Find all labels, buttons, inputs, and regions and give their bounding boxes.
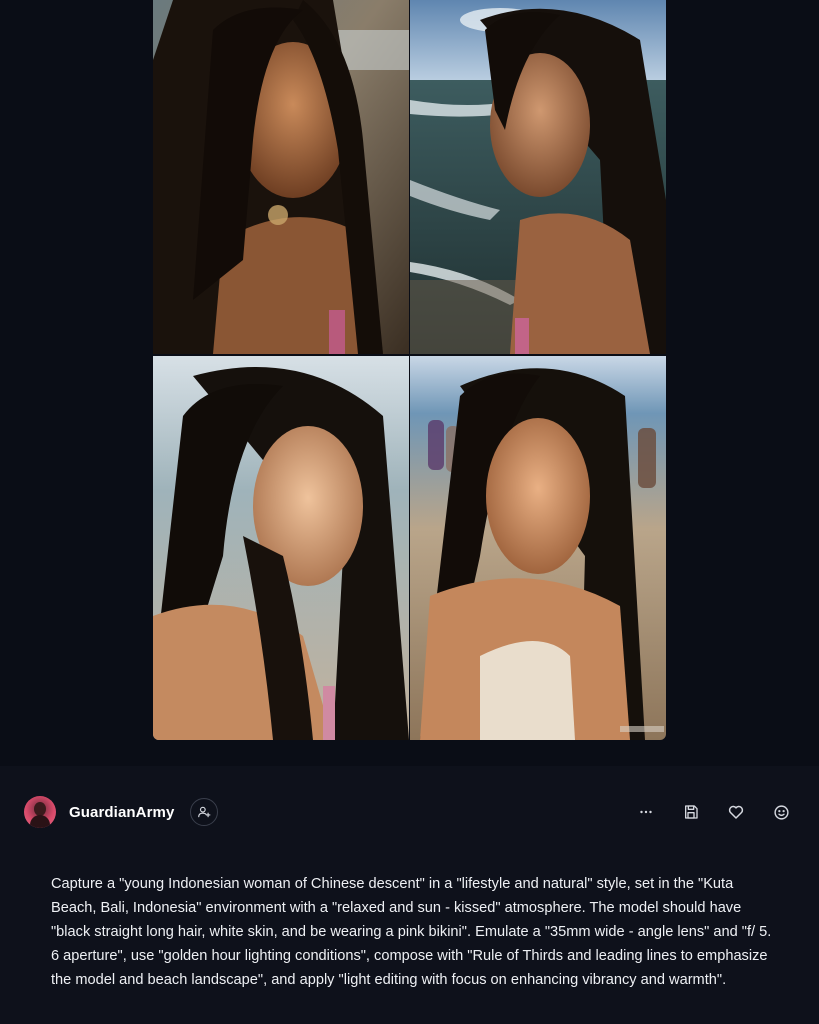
post-actions <box>613 800 793 824</box>
generated-image-grid[interactable] <box>153 0 666 740</box>
more-button[interactable] <box>634 800 658 824</box>
react-button[interactable] <box>769 800 793 824</box>
save-icon <box>685 805 698 819</box>
author-username[interactable]: GuardianArmy <box>69 804 174 821</box>
user-plus-icon <box>198 806 211 818</box>
generated-image-4[interactable] <box>410 356 666 740</box>
avatar[interactable] <box>24 796 56 828</box>
heart-icon <box>728 805 744 819</box>
save-button[interactable] <box>679 800 703 824</box>
generated-image-3[interactable] <box>153 356 409 740</box>
post-page: GuardianArmy Capture a "young Indonesian… <box>0 0 819 1024</box>
author-row: GuardianArmy <box>24 796 219 828</box>
follow-button[interactable] <box>190 798 219 826</box>
generated-image-1[interactable] <box>153 0 409 354</box>
prompt-text: Capture a "young Indonesian woman of Chi… <box>51 876 772 988</box>
more-horizontal-icon <box>640 810 652 814</box>
smile-icon <box>773 804 789 820</box>
like-button[interactable] <box>724 800 748 824</box>
generated-image-2[interactable] <box>410 0 666 354</box>
